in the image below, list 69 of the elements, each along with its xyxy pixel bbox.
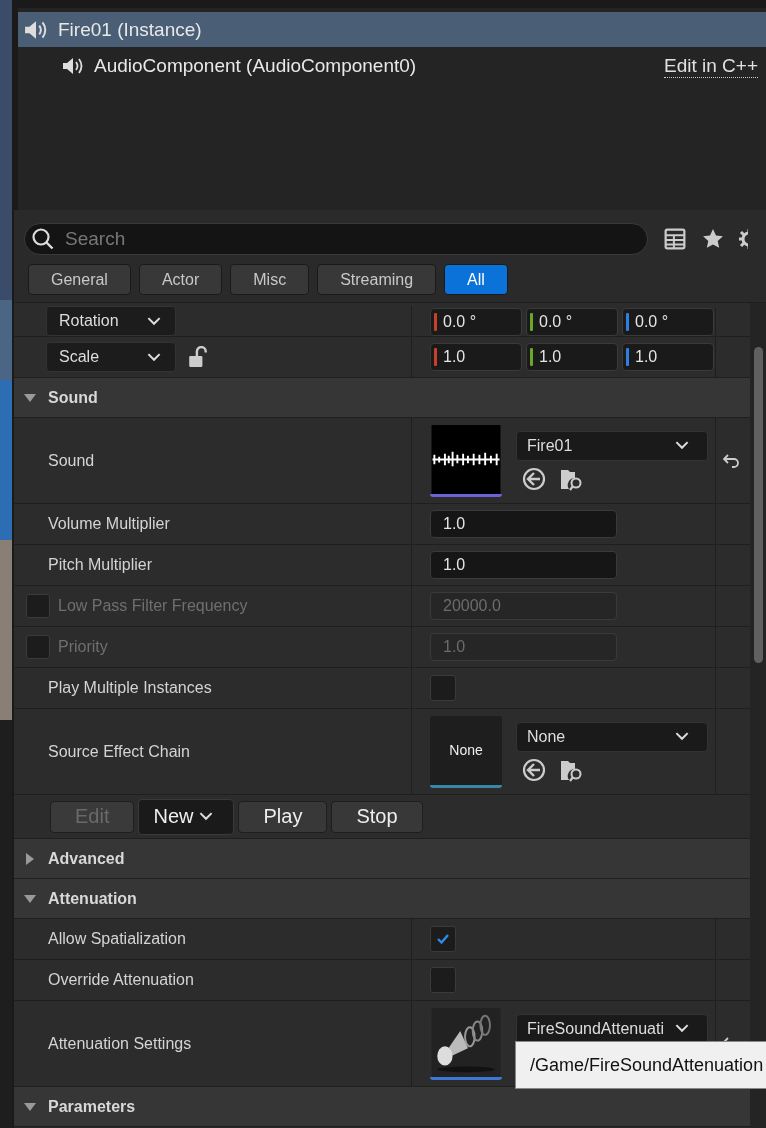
property-label: Override Attenuation	[48, 971, 194, 989]
number-field[interactable]: 0.0 °	[526, 308, 618, 336]
number-field[interactable]: 0.0 °	[622, 308, 714, 336]
scrollbar-thumb[interactable]	[754, 347, 763, 663]
path-tooltip: /Game/FireSoundAttenuation	[515, 1041, 766, 1089]
settings-icon[interactable]	[738, 228, 748, 250]
reset-arrow-icon[interactable]	[723, 453, 741, 468]
property-label: Volume Multiplier	[48, 515, 170, 533]
section-title: Sound	[48, 388, 98, 407]
filter-tab[interactable]: Misc	[230, 264, 310, 295]
checkbox[interactable]	[430, 926, 456, 952]
search-icon	[31, 227, 55, 251]
action-button[interactable]: Stop	[331, 800, 423, 833]
property-label: Low Pass Filter Frequency	[58, 597, 248, 615]
waveform-thumbnail[interactable]	[430, 424, 502, 497]
property-label: Pitch Multiplier	[48, 556, 153, 574]
checkmark-icon	[436, 933, 450, 945]
transform-dropdown[interactable]: Rotation	[46, 306, 176, 336]
caret-down-icon[interactable]	[24, 1100, 36, 1113]
property-label: Source Effect Chain	[48, 742, 190, 761]
section-title: Attenuation	[48, 889, 137, 908]
section-title: Advanced	[48, 849, 125, 868]
number-field[interactable]: 1.0	[430, 551, 617, 579]
section-header[interactable]: Attenuation	[14, 879, 750, 919]
property-label: Attenuation Settings	[48, 1034, 192, 1053]
section-header[interactable]: Advanced	[14, 839, 750, 879]
chevron-down-icon	[675, 732, 689, 741]
unlocked-padlock-icon[interactable]	[188, 346, 208, 368]
number-field[interactable]: 1.0	[622, 343, 714, 371]
attenuation-thumbnail[interactable]	[430, 1007, 502, 1080]
outliner-item[interactable]: AudioComponent (AudioComponent0)	[62, 55, 417, 77]
number-field[interactable]: 1.0	[526, 343, 618, 371]
edit-link[interactable]: Edit in C++	[664, 54, 758, 78]
star-icon[interactable]	[702, 228, 724, 250]
table-icon[interactable]	[664, 228, 686, 250]
search-field[interactable]: Search	[24, 223, 648, 255]
chevron-down-icon	[147, 352, 161, 362]
checkbox[interactable]	[430, 967, 456, 993]
chevron-down-icon	[199, 812, 214, 821]
caret-right-icon[interactable]	[24, 852, 36, 865]
number-field[interactable]: 1.0	[430, 510, 617, 538]
number-field[interactable]: 0.0 °	[430, 308, 522, 336]
property-label: Play Multiple Instances	[48, 679, 212, 697]
chevron-down-icon	[147, 316, 161, 326]
asset-dropdown[interactable]: None	[516, 721, 708, 752]
filter-tab[interactable]: Streaming	[317, 264, 437, 295]
filter-tab[interactable]: Actor	[138, 264, 223, 295]
section-header[interactable]: Parameters	[14, 1087, 750, 1127]
outliner-item[interactable]: Fire01 (Instance)	[18, 12, 766, 47]
section-header[interactable]: Sound	[14, 378, 750, 418]
property-label: Priority	[58, 638, 108, 656]
asset-thumbnail[interactable]: None	[430, 715, 502, 788]
property-label: Sound	[48, 451, 95, 470]
section-title: Parameters	[48, 1097, 136, 1116]
checkbox[interactable]	[430, 675, 456, 701]
asset-dropdown[interactable]: FireSoundAttenuati	[516, 1013, 708, 1044]
property-label: Allow Spatialization	[48, 930, 186, 948]
transform-dropdown[interactable]: Scale	[46, 342, 176, 372]
speaker-icon	[62, 56, 84, 76]
caret-down-icon[interactable]	[24, 892, 36, 905]
filter-tab[interactable]: General	[28, 264, 131, 295]
filter-tab[interactable]: All	[444, 264, 508, 295]
caret-down-icon[interactable]	[24, 391, 36, 404]
chevron-down-icon	[675, 1024, 689, 1033]
number-field[interactable]: 1.0	[430, 343, 522, 371]
chevron-down-icon	[675, 441, 689, 450]
action-button[interactable]: New	[138, 798, 235, 835]
action-button[interactable]: Play	[238, 800, 328, 833]
asset-dropdown[interactable]: Fire01	[516, 430, 708, 461]
